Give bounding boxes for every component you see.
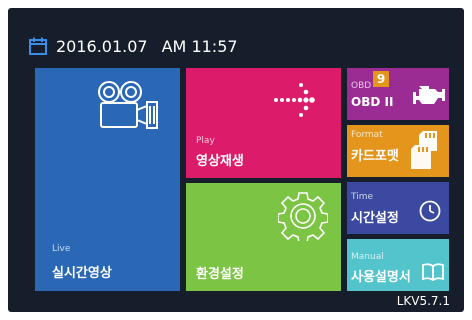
live-label: 실시간영상	[52, 266, 112, 281]
status-bar: 2016.01.07 AM 11:57	[28, 34, 238, 58]
manual-tile[interactable]: Manual 사용설명서	[347, 239, 449, 291]
version-label: LKV5.7.1	[396, 294, 450, 308]
time-text: AM 11:57	[161, 36, 238, 56]
play-caption: Play	[196, 136, 215, 146]
settings-label: 환경설정	[196, 267, 244, 282]
play-label: 영상재생	[196, 154, 244, 169]
manual-label: 사용설명서	[351, 270, 411, 285]
live-view-tile[interactable]: Live 실시간영상	[35, 68, 180, 291]
live-caption: Live	[52, 244, 71, 254]
format-label: 카드포맷	[351, 149, 399, 164]
time-label: 시간설정	[351, 211, 399, 226]
book-icon	[422, 263, 444, 281]
time-settings-tile[interactable]: Time 시간설정	[347, 182, 449, 234]
settings-tile[interactable]: 환경설정	[186, 183, 341, 291]
date-text: 2016.01.07	[56, 36, 148, 56]
format-tile[interactable]: Format 카드포맷	[347, 125, 449, 177]
manual-caption: Manual	[351, 252, 384, 262]
obd-label: OBD II	[351, 95, 394, 109]
format-caption: Format	[351, 130, 383, 140]
obd-caption: OBD	[351, 81, 372, 91]
dotted-arrow-icon	[274, 83, 315, 117]
time-caption: Time	[351, 192, 374, 202]
film-camera-icon	[98, 81, 158, 129]
obd-tile[interactable]: OBD 9 OBD II	[347, 68, 449, 120]
engine-icon	[413, 86, 445, 104]
calendar-icon	[29, 37, 47, 55]
playback-tile[interactable]: Play 영상재생	[186, 68, 341, 178]
clock-icon	[419, 200, 441, 222]
sd-card-icon	[411, 131, 437, 169]
obd-badge: 9	[373, 71, 389, 87]
gear-icon	[278, 192, 328, 241]
